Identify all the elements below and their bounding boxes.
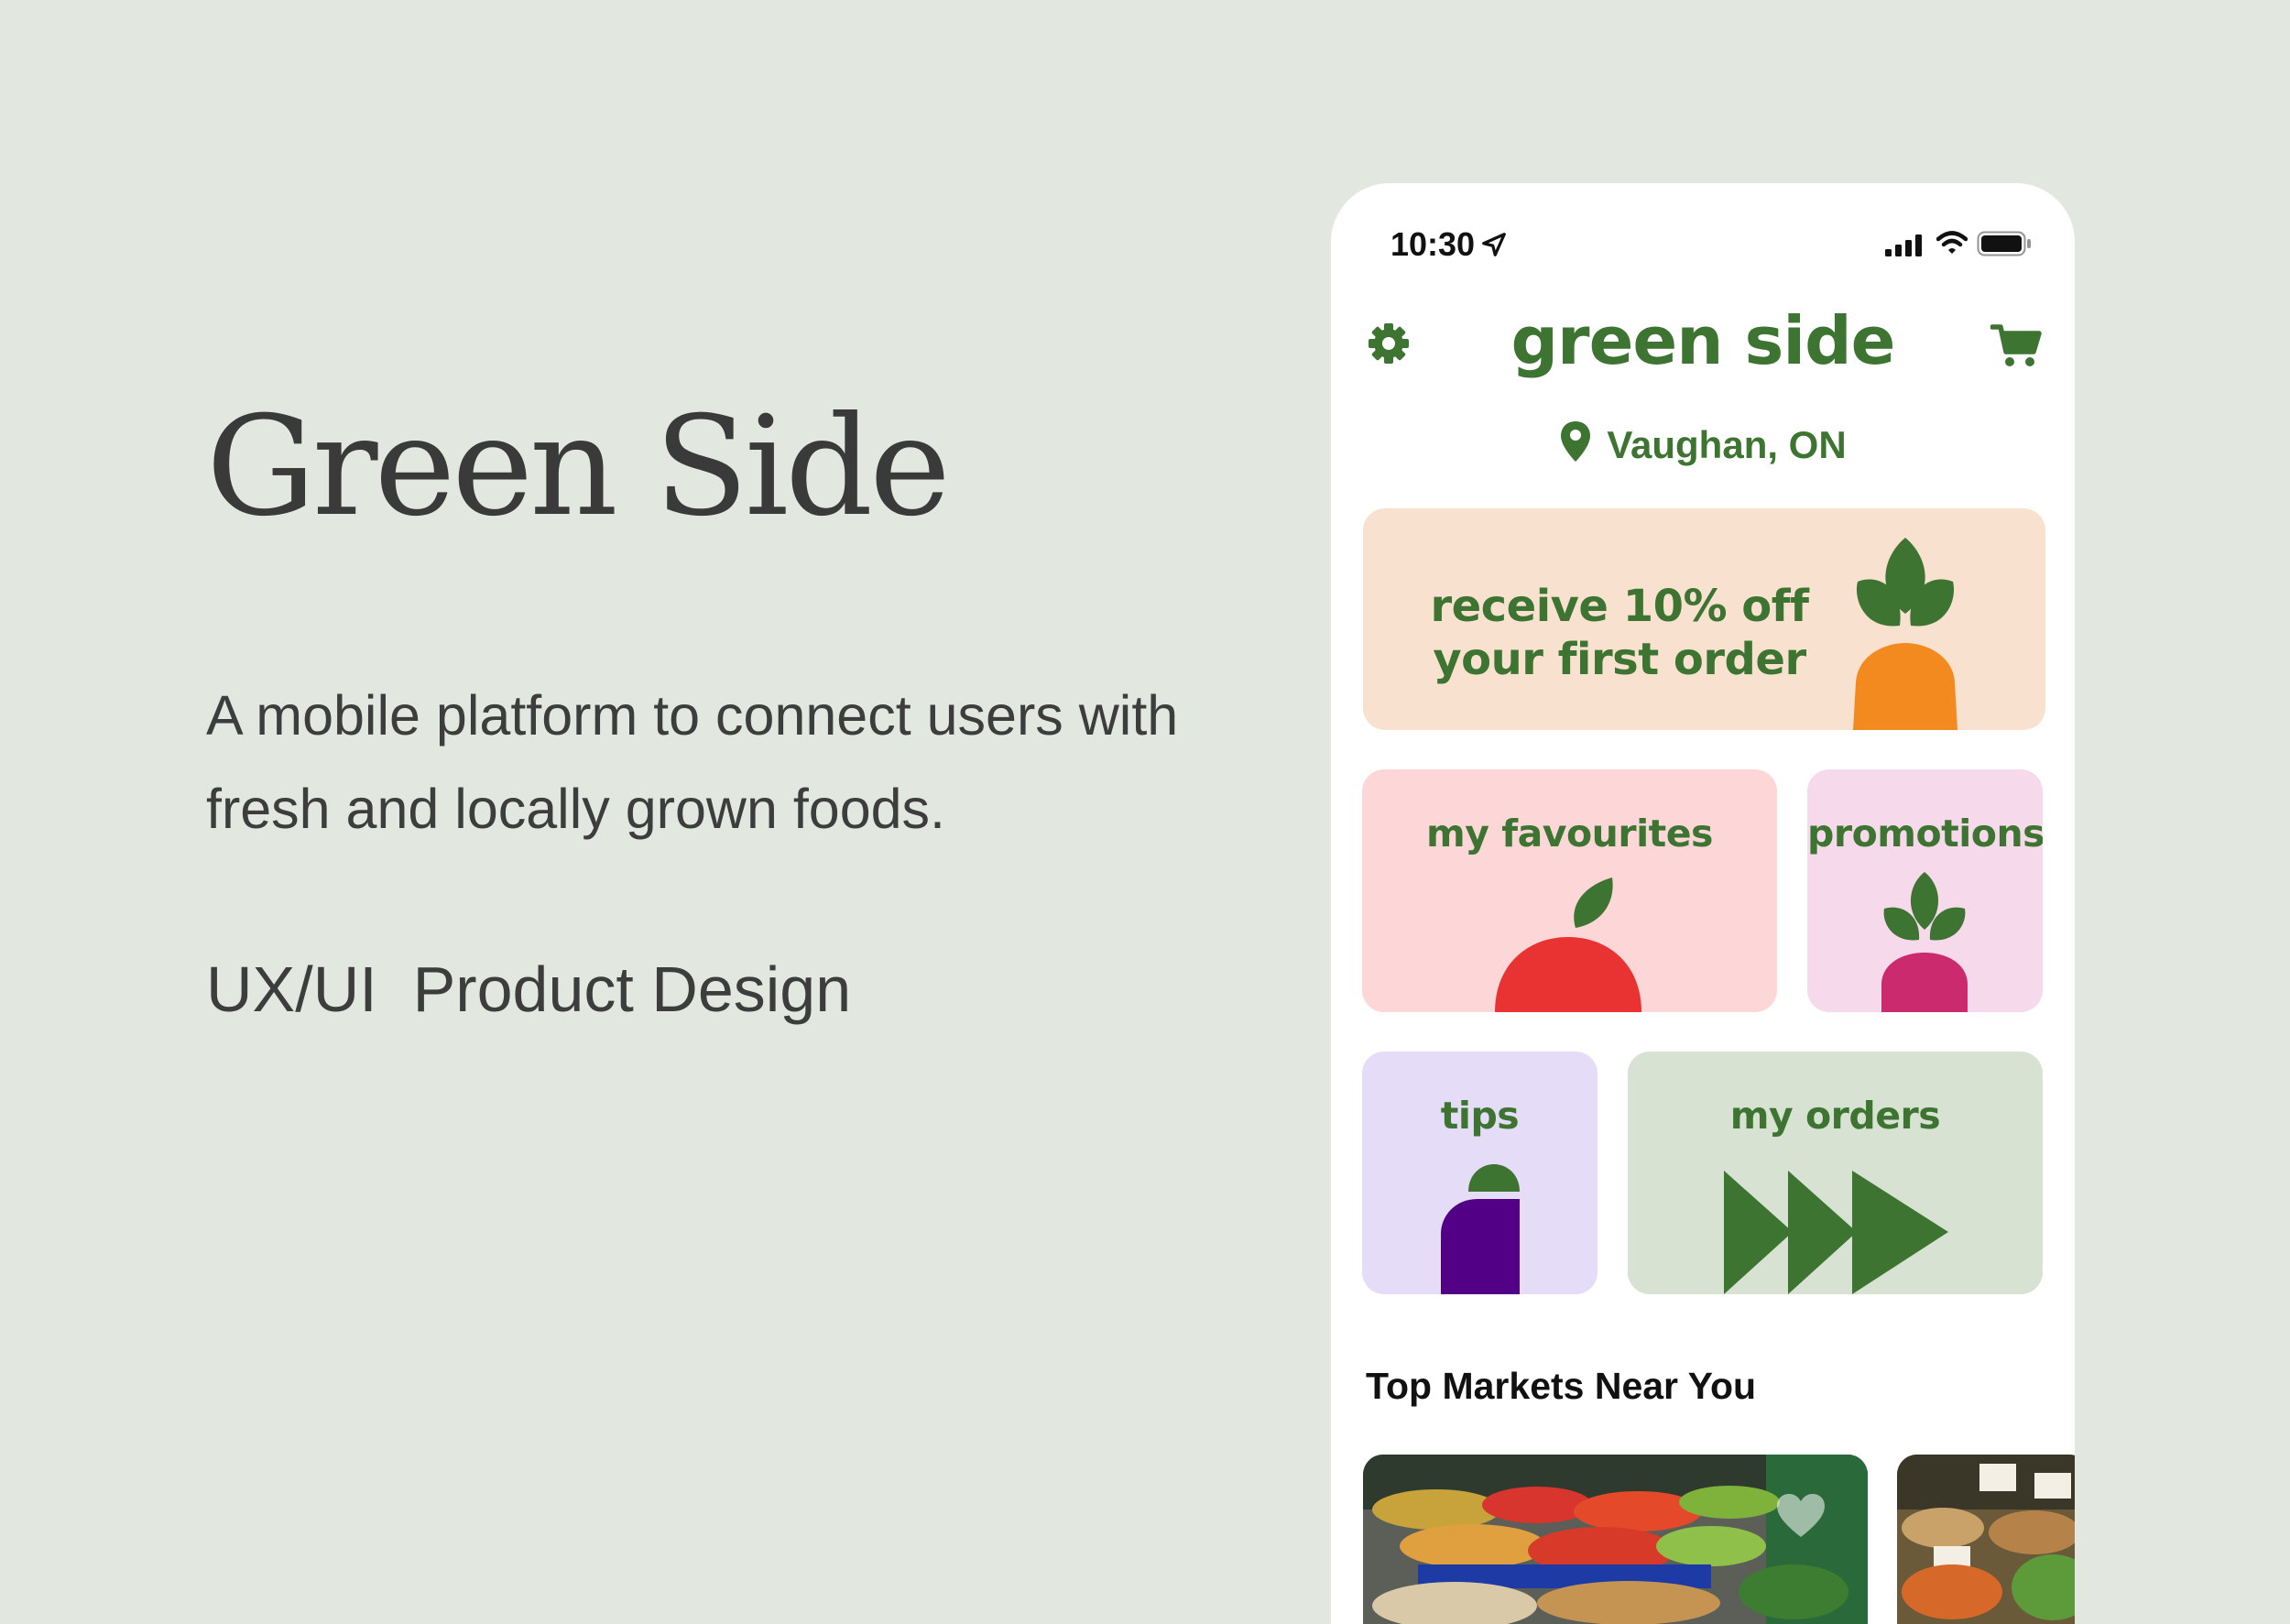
market-card[interactable] (1363, 1455, 1868, 1624)
map-pin-icon (1561, 421, 1591, 462)
tile-favourites[interactable]: my favourites (1362, 769, 1777, 1012)
location-selector[interactable]: Vaughan, ON (1331, 420, 2075, 467)
location-label: Vaughan, ON (1607, 423, 1847, 466)
cart-icon[interactable] (1990, 322, 2042, 368)
tile-tips[interactable]: tips (1362, 1052, 1598, 1294)
status-time: 10:30 (1390, 225, 1476, 263)
app-brand: green side (1510, 302, 1896, 379)
wifi-icon (1936, 231, 1968, 254)
phone-screen: 10:30 green side Vaughan, ON receive 10%… (1331, 183, 2075, 1624)
tile-orders-label: my orders (1729, 1094, 1941, 1138)
heart-icon[interactable] (1775, 1493, 1827, 1539)
project-title: Green Side (206, 387, 951, 547)
tile-favourites-label: my favourites (1426, 812, 1713, 856)
markets-section-title: Top Markets Near You (1366, 1365, 1757, 1407)
status-bar: 10:30 (1331, 183, 2075, 302)
signal-icon (1885, 234, 1922, 256)
promo-banner[interactable]: receive 10% off your first order (1363, 508, 2045, 730)
promo-text: receive 10% off your first order (1363, 580, 1876, 686)
fast-forward-icon (1724, 1171, 1948, 1294)
market-card[interactable] (1897, 1455, 2075, 1624)
tile-promotions[interactable]: promotions (1807, 769, 2043, 1012)
tile-tips-label: tips (1440, 1094, 1520, 1138)
market-photo (1363, 1455, 1868, 1624)
radish-icon (1881, 872, 1968, 1012)
promo-line-2: your first order (1433, 634, 1806, 685)
project-tag: UX/UI Product Design (206, 954, 852, 1025)
battery-icon (1977, 231, 2031, 256)
carrot-icon (1853, 538, 1957, 730)
tile-orders[interactable]: my orders (1628, 1052, 2043, 1294)
market-photo (1897, 1455, 2075, 1624)
location-arrow-icon (1482, 233, 1506, 256)
apple-icon (1495, 877, 1641, 1012)
promo-line-1: receive 10% off (1430, 581, 1809, 632)
eggplant-icon (1441, 1164, 1520, 1294)
project-description: A mobile platform to connect users with … (206, 684, 1179, 840)
tile-promotions-label: promotions (1807, 812, 2043, 856)
